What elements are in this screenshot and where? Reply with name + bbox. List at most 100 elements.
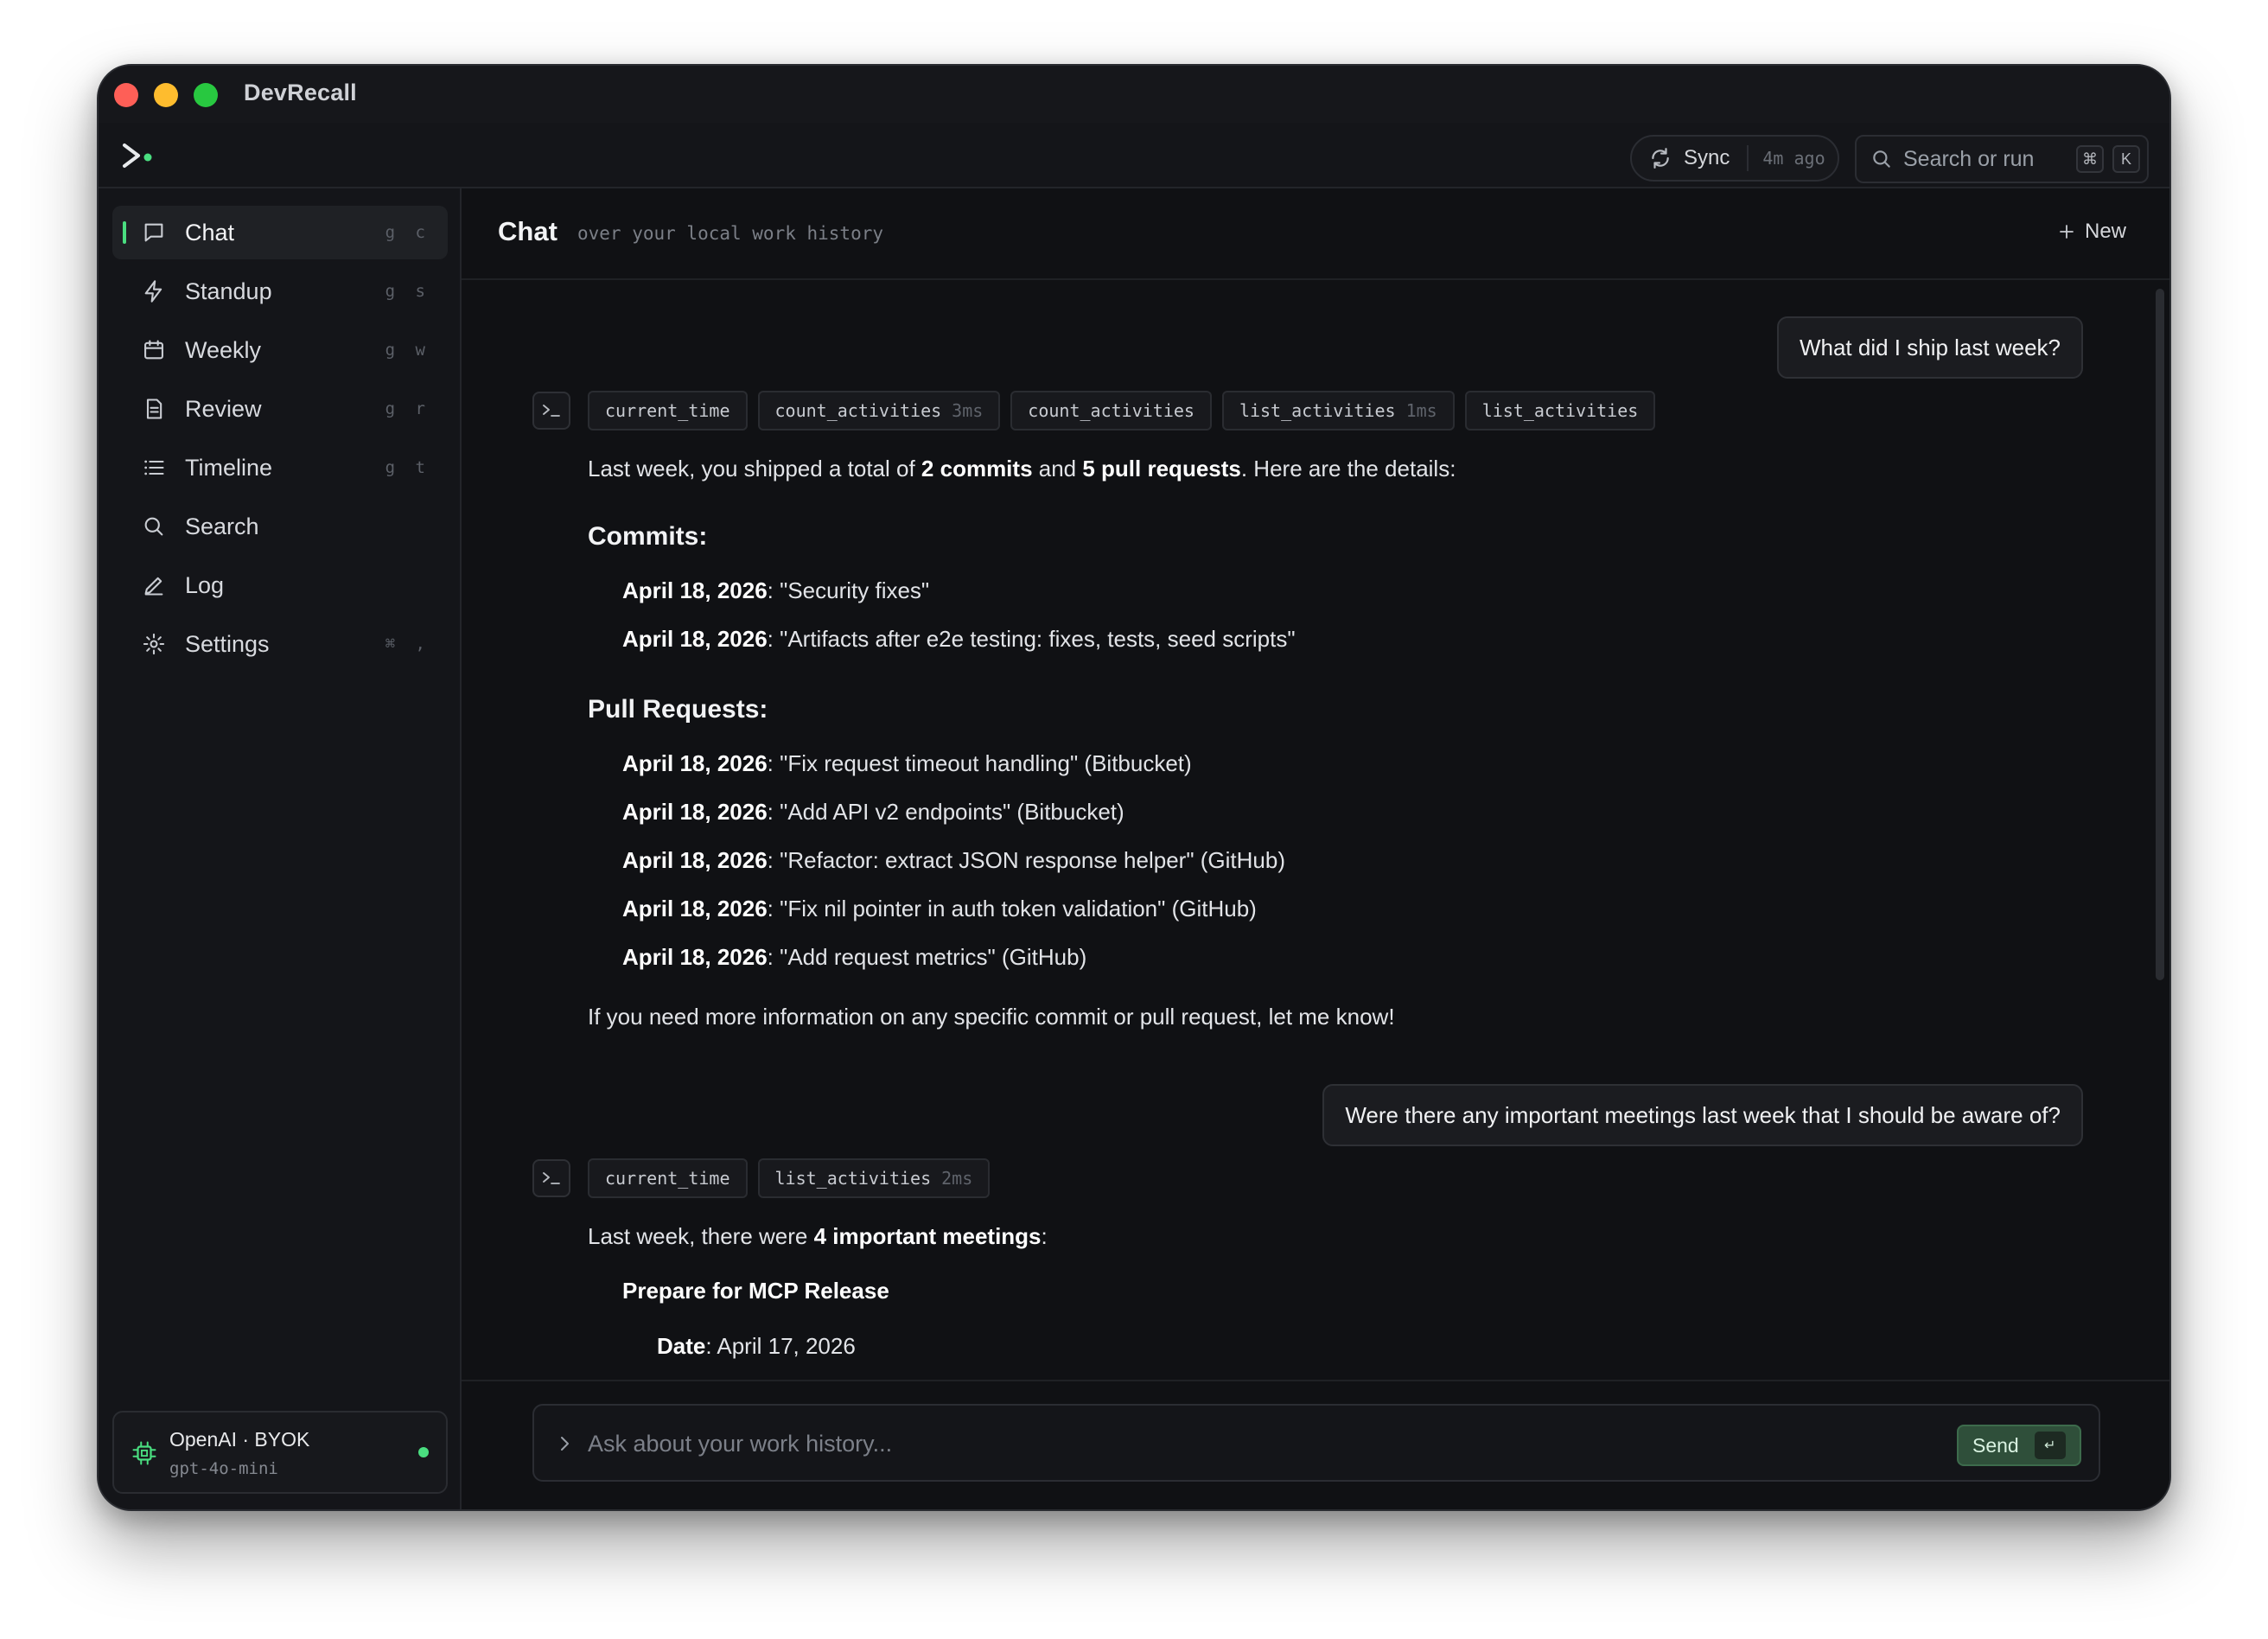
title-bar: DevRecall <box>99 66 2169 123</box>
item-date: April 18, 2026 <box>622 847 768 873</box>
chat-input[interactable] <box>588 1425 1884 1463</box>
sidebar-item-label: Timeline <box>185 455 273 481</box>
tool-duration: 3ms <box>952 400 984 421</box>
command-search[interactable]: ⌘ K <box>1855 135 2149 183</box>
reply-text: and <box>1032 456 1083 481</box>
close-window-button[interactable] <box>114 83 138 107</box>
terminal-glyph-icon <box>543 1172 560 1184</box>
list-item: April 18, 2026: "Artifacts after e2e tes… <box>622 626 1296 653</box>
tool-name: current_time <box>605 400 730 421</box>
sidebar-item-log[interactable]: Log <box>112 558 448 612</box>
sidebar-item-label: Log <box>185 572 225 598</box>
item-text: : "Add request metrics" (GitHub) <box>767 944 1087 970</box>
zoom-window-button[interactable] <box>194 83 218 107</box>
sidebar-item-review[interactable]: Review g r <box>112 382 448 436</box>
sidebar-item-weekly[interactable]: Weekly g w <box>112 323 448 377</box>
model-name: gpt-4o-mini <box>169 1459 278 1478</box>
tool-chip[interactable]: current_time <box>588 391 748 430</box>
reply-outro: If you need more information on any spec… <box>588 1004 1395 1030</box>
item-date: April 18, 2026 <box>622 577 768 603</box>
sync-divider <box>1747 145 1749 171</box>
tool-name: count_activities <box>1028 400 1195 421</box>
item-text: : "Artifacts after e2e testing: fixes, t… <box>767 626 1296 652</box>
terminal-icon[interactable] <box>532 392 570 430</box>
reply-text: : <box>1041 1223 1048 1249</box>
item-text: : "Security fixes" <box>767 577 930 603</box>
plus-icon <box>2060 225 2074 239</box>
send-label: Send <box>1972 1433 2019 1457</box>
conversation-scrollbar[interactable] <box>2156 289 2164 980</box>
conversation: What did I ship last week? current_time … <box>462 282 2169 1380</box>
tool-chip[interactable]: count_activities <box>1010 391 1212 430</box>
item-text: : "Refactor: extract JSON response helpe… <box>767 847 1286 873</box>
user-message-text: What did I ship last week? <box>1799 334 2061 360</box>
tool-calls: current_time list_activities 2ms <box>532 1158 1000 1198</box>
sidebar-item-label: Settings <box>185 631 270 657</box>
tool-duration: 1ms <box>1405 400 1437 421</box>
sidebar-item-shortcut: g c <box>385 223 430 242</box>
tool-chip[interactable]: current_time <box>588 1158 748 1198</box>
new-chat-button[interactable]: New <box>2059 220 2126 244</box>
sidebar-item-timeline[interactable]: Timeline g t <box>112 441 448 494</box>
app-window: DevRecall Sync 4m ago ⌘ K <box>97 64 2171 1511</box>
command-search-input[interactable] <box>1903 146 2067 172</box>
reply-text: Last week, there were <box>588 1223 814 1249</box>
sidebar-item-label: Standup <box>185 278 272 304</box>
reply-text: . Here are the details: <box>1240 456 1456 481</box>
reply-commit-count: 2 commits <box>921 456 1033 481</box>
terminal-icon[interactable] <box>532 1159 570 1197</box>
sidebar-item-search[interactable]: Search <box>112 500 448 553</box>
sidebar-item-label: Review <box>185 396 262 422</box>
sync-button[interactable]: Sync 4m ago <box>1630 135 1839 182</box>
composer-area: Send ↵ <box>462 1380 2169 1509</box>
pencil-icon <box>144 577 163 596</box>
item-date: April 18, 2026 <box>622 896 768 922</box>
page-subtitle: over your local work history <box>577 223 884 244</box>
item-date: April 18, 2026 <box>622 944 768 970</box>
reply-intro: Last week, you shipped a total of 2 comm… <box>588 455 1456 484</box>
sidebar: Chat g c Standup g s Weekly g w Review g… <box>99 188 462 1509</box>
tool-duration: 2ms <box>941 1168 973 1189</box>
item-date: April 18, 2026 <box>622 750 768 776</box>
list-icon <box>144 460 164 475</box>
sidebar-item-shortcut: g s <box>385 282 430 301</box>
sidebar-item-chat[interactable]: Chat g c <box>112 206 448 259</box>
tool-chip[interactable]: list_activities 2ms <box>757 1158 991 1198</box>
tool-chip[interactable]: list_activities 1ms <box>1221 391 1455 430</box>
minimize-window-button[interactable] <box>154 83 178 107</box>
meeting-date-label: Date <box>657 1333 706 1359</box>
list-item: April 18, 2026: "Add request metrics" (G… <box>622 944 1086 971</box>
user-message: Were there any important meetings last w… <box>1322 1084 2083 1146</box>
search-icon <box>1873 150 1890 168</box>
tool-chip[interactable]: list_activities <box>1464 391 1656 430</box>
model-provider: OpenAI · BYOK <box>169 1428 310 1451</box>
active-indicator <box>123 221 126 244</box>
meeting-date-value: : April 17, 2026 <box>705 1333 856 1359</box>
reply-text: Last week, you shipped a total of <box>588 456 921 481</box>
item-text: : "Fix nil pointer in auth token validat… <box>767 896 1257 922</box>
meeting-date: Date: April 17, 2026 <box>657 1333 856 1360</box>
chip-icon <box>132 1441 156 1465</box>
prompt-logo-icon <box>123 143 152 168</box>
sidebar-item-settings[interactable]: Settings ⌘ , <box>112 617 448 671</box>
shortcut-k-key: K <box>2112 145 2140 173</box>
user-message: What did I ship last week? <box>1776 316 2083 379</box>
model-status-dot <box>418 1447 429 1457</box>
list-item: April 18, 2026: "Fix nil pointer in auth… <box>622 896 1257 922</box>
tool-chip[interactable]: count_activities 3ms <box>757 391 1001 430</box>
tool-name: list_activities <box>1481 400 1639 421</box>
tool-name: count_activities <box>774 400 942 421</box>
document-icon <box>146 399 162 419</box>
item-text: : "Add API v2 endpoints" (Bitbucket) <box>767 799 1124 825</box>
item-date: April 18, 2026 <box>622 799 768 825</box>
shortcut-mod-key: ⌘ <box>2076 145 2104 173</box>
chat-bubble-icon <box>144 223 163 242</box>
tool-name: current_time <box>605 1168 730 1189</box>
sidebar-item-standup[interactable]: Standup g s <box>112 265 448 318</box>
chevron-right-icon <box>561 1437 569 1451</box>
user-message-text: Were there any important meetings last w… <box>1345 1101 2061 1128</box>
lightning-icon <box>144 280 162 303</box>
sidebar-item-label: Weekly <box>185 337 262 363</box>
send-button[interactable]: Send ↵ <box>1957 1425 2081 1466</box>
model-status-card[interactable]: OpenAI · BYOK gpt-4o-mini <box>112 1411 448 1494</box>
